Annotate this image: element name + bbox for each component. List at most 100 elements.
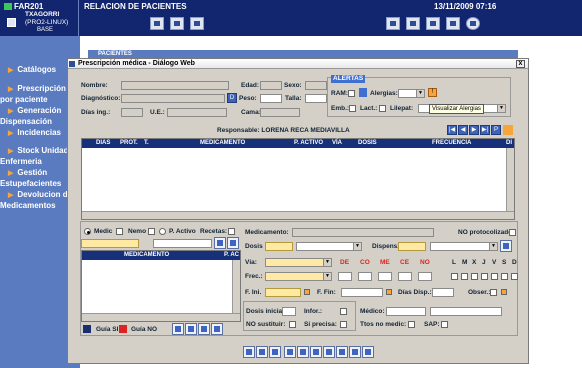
save-button[interactable] — [243, 346, 255, 358]
first-nav-button[interactable]: |◀ — [447, 125, 457, 135]
table-vscroll[interactable] — [506, 148, 514, 211]
toolbar-help-button[interactable] — [446, 17, 460, 30]
toolbar-grid-button[interactable] — [170, 17, 184, 30]
lact-checkbox[interactable] — [379, 105, 386, 112]
f-ini-calendar-icon[interactable] — [304, 289, 310, 295]
patients-tab[interactable]: PACIENTES — [88, 50, 518, 58]
day-x-checkbox[interactable] — [471, 273, 478, 280]
medic-checkbox[interactable] — [116, 228, 123, 235]
medic-radio[interactable] — [84, 228, 91, 235]
print-nav-button[interactable]: P — [491, 125, 501, 135]
toolbar-search-button[interactable] — [406, 17, 420, 30]
day-m-checkbox[interactable] — [461, 273, 468, 280]
sexo-field[interactable] — [305, 81, 327, 90]
search-button[interactable] — [214, 237, 226, 249]
infor-checkbox[interactable] — [340, 308, 347, 315]
validate-button[interactable] — [284, 346, 296, 358]
ram-checkbox[interactable] — [348, 90, 355, 97]
si-precisa-checkbox[interactable] — [340, 321, 347, 328]
grid-button[interactable] — [198, 323, 210, 335]
next-nav-button[interactable]: ▶ — [469, 125, 479, 135]
peso-field[interactable] — [260, 94, 282, 103]
history-button[interactable] — [336, 346, 348, 358]
emb-checkbox[interactable] — [349, 105, 356, 112]
no-sustituir-checkbox[interactable] — [289, 321, 296, 328]
via-select[interactable]: ▼ — [265, 258, 332, 267]
toolbar-image-button[interactable] — [190, 17, 204, 30]
cama-field[interactable] — [260, 108, 300, 117]
co-field[interactable] — [358, 272, 372, 281]
no-protocolizado-checkbox[interactable] — [509, 229, 516, 236]
sync-icon[interactable] — [503, 125, 513, 135]
dispens-calc-button[interactable] — [500, 240, 512, 252]
pactivo-radio[interactable] — [159, 228, 166, 235]
chart-button[interactable] — [362, 346, 374, 358]
day-v-checkbox[interactable] — [491, 273, 498, 280]
talla-field[interactable] — [305, 94, 327, 103]
prescriptions-table[interactable]: DIAS PROT. T. MEDICAMENTO P. ACTIVO VÍA … — [81, 138, 515, 220]
obser-edit-icon[interactable] — [501, 289, 507, 295]
mail-button[interactable] — [172, 323, 184, 335]
obser-checkbox[interactable] — [490, 289, 497, 296]
f-fin-field[interactable] — [341, 288, 383, 297]
toolbar-exit-button[interactable] — [466, 17, 480, 30]
document-button[interactable] — [227, 237, 239, 249]
print-button[interactable] — [256, 346, 268, 358]
day-s-checkbox[interactable] — [501, 273, 508, 280]
day-d-checkbox[interactable] — [511, 273, 518, 280]
toolbar-blank-button[interactable] — [150, 17, 164, 30]
dosis-inicial-field[interactable] — [282, 307, 296, 316]
user-name: TXAGORRI — [25, 11, 60, 18]
dispens-unit-select[interactable]: ▼ — [430, 242, 498, 251]
last-nav-button[interactable]: ▶| — [480, 125, 490, 135]
nemo-checkbox[interactable] — [148, 228, 155, 235]
diagnostico-d-button[interactable]: D — [227, 93, 237, 103]
ue-field[interactable] — [167, 108, 227, 117]
toolbar-building-button[interactable] — [386, 17, 400, 30]
nombre-field[interactable] — [121, 81, 229, 90]
me-field[interactable] — [378, 272, 392, 281]
ce-field[interactable] — [398, 272, 412, 281]
medic-m-button[interactable] — [185, 323, 197, 335]
list-button[interactable] — [310, 346, 322, 358]
diagnostico-field[interactable] — [121, 94, 225, 103]
dispens-field[interactable] — [398, 242, 426, 251]
ttos-checkbox[interactable] — [408, 321, 415, 328]
edit-button[interactable] — [323, 346, 335, 358]
no-field[interactable] — [418, 272, 432, 281]
day-l-checkbox[interactable] — [451, 273, 458, 280]
f-ini-field[interactable] — [265, 288, 301, 297]
cancel-button[interactable] — [269, 346, 281, 358]
frec-select[interactable]: ▼ — [265, 272, 332, 281]
dosis-unit-select[interactable]: ▼ — [296, 242, 362, 251]
dias-ing-field[interactable] — [121, 108, 143, 117]
alergias-select[interactable]: ▼ — [398, 89, 425, 98]
medication-search-field[interactable] — [81, 239, 139, 248]
day-j-checkbox[interactable] — [481, 273, 488, 280]
recetas-checkbox[interactable] — [228, 228, 235, 235]
save-list-button[interactable] — [211, 323, 223, 335]
results-vscroll[interactable] — [232, 260, 240, 314]
prescription-button[interactable] — [297, 346, 309, 358]
medico-name-field[interactable] — [430, 307, 502, 316]
results-hscroll[interactable] — [82, 313, 240, 321]
dosis-field[interactable] — [265, 242, 293, 251]
table-hscroll[interactable] — [82, 211, 514, 219]
medication-search-field-2[interactable] — [153, 239, 212, 248]
medicamento-field[interactable] — [292, 228, 434, 237]
warning-icon[interactable]: ! — [428, 88, 437, 97]
f-fin-calendar-icon[interactable] — [386, 289, 392, 295]
sap-checkbox[interactable] — [441, 321, 448, 328]
toolbar-calendar-button[interactable] — [426, 17, 440, 30]
ram-info-icon[interactable] — [359, 88, 367, 97]
dias-disp-field[interactable] — [432, 288, 454, 297]
table-button[interactable] — [349, 346, 361, 358]
edad-label: Edad: — [241, 82, 260, 89]
close-button[interactable]: x — [516, 60, 525, 68]
dialog-titlebar[interactable]: Prescripción médica - Diálogo Web x — [68, 59, 528, 69]
medication-results-table[interactable]: MEDICAMENTO P. AC — [81, 250, 241, 322]
de-field[interactable] — [338, 272, 352, 281]
edad-field[interactable] — [260, 81, 282, 90]
prev-nav-button[interactable]: ◀ — [458, 125, 468, 135]
medico-field[interactable] — [386, 307, 426, 316]
